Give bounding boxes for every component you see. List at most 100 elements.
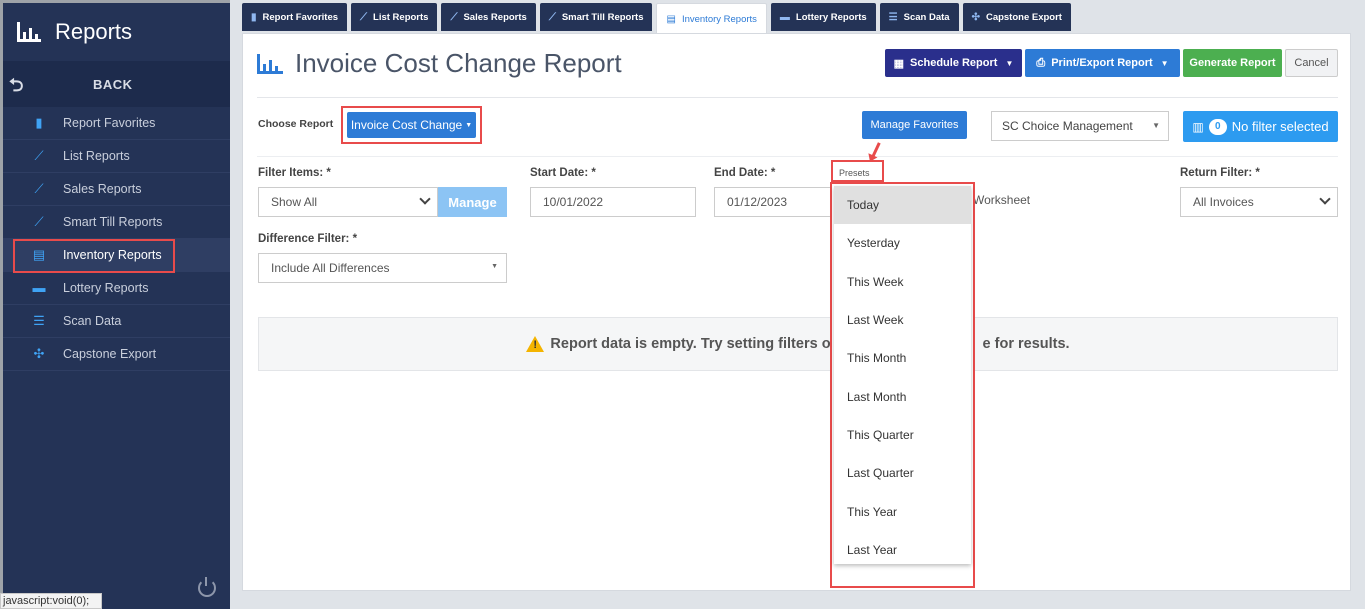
back-button[interactable]: ⮌ BACK — [3, 61, 230, 107]
tab-label: Sales Reports — [463, 11, 527, 23]
preset-item-last-month[interactable]: Last Month — [834, 377, 971, 415]
difference-filter-select[interactable]: Include All Differences ▼ — [258, 253, 507, 283]
preset-item-this-quarter[interactable]: This Quarter — [834, 416, 971, 454]
bookmark-icon: ▮ — [35, 115, 43, 130]
sidebar-item-report-favorites[interactable]: ▮ Report Favorites — [3, 107, 230, 140]
chevron-down-icon — [419, 193, 431, 205]
print-export-button[interactable]: ⎙ Print/Export Report ▼ — [1025, 49, 1180, 77]
tab-scan-data[interactable]: ☰ Scan Data — [879, 3, 959, 31]
list-icon: ☰ — [33, 313, 45, 328]
tab-label: Smart Till Reports — [561, 11, 644, 23]
sidebar-item-label: Capstone Export — [63, 347, 157, 361]
ticket-icon: ▬ — [32, 280, 46, 295]
filter-status-button[interactable]: ▥ 0 No filter selected — [1183, 111, 1338, 142]
sidebar-item-lottery-reports[interactable]: ▬ Lottery Reports — [3, 272, 230, 305]
presets-list: Today Yesterday This Week Last Week This… — [834, 186, 971, 564]
start-date-input[interactable]: 10/01/2022 — [530, 187, 696, 217]
tab-inventory-reports[interactable]: ▤ Inventory Reports — [656, 3, 767, 34]
tab-label: Inventory Reports — [681, 13, 757, 25]
sidebar-item-sales-reports[interactable]: ⟋ Sales Reports — [3, 173, 230, 206]
difference-filter-value: Include All Differences — [271, 261, 390, 275]
sidebar-item-scan-data[interactable]: ☰ Scan Data — [3, 305, 230, 338]
end-date-value: 01/12/2023 — [727, 195, 788, 209]
tab-label: List Reports — [373, 11, 429, 23]
choose-report-value: Invoice Cost Change — [350, 118, 463, 132]
title-row: Invoice Cost Change Report — [257, 48, 622, 79]
empty-message-text: Report data is empty. Try setting filter… — [550, 336, 831, 352]
preset-item-yesterday[interactable]: Yesterday — [834, 224, 971, 262]
preset-item-last-quarter[interactable]: Last Quarter — [834, 454, 971, 492]
filter-status-text: No filter selected — [1231, 119, 1329, 134]
ticket-icon: ▬ — [779, 11, 790, 23]
preset-item-this-week[interactable]: This Week — [834, 263, 971, 301]
tab-label: Capstone Export — [985, 11, 1062, 23]
sidebar-item-capstone-export[interactable]: ✣ Capstone Export — [3, 338, 230, 371]
back-label: BACK — [93, 76, 133, 92]
sidebar-item-inventory-reports[interactable]: ▤ Inventory Reports — [3, 239, 230, 273]
tab-list-reports[interactable]: ⟋ List Reports — [351, 3, 438, 31]
highlight-box — [13, 239, 175, 273]
empty-message-text-tail: e for results. — [982, 336, 1070, 352]
difference-filter-label: Difference Filter: * — [258, 233, 358, 245]
worksheet-label: Worksheet — [973, 193, 1031, 207]
preset-item-last-year[interactable]: Last Year — [834, 531, 971, 569]
power-icon[interactable] — [198, 577, 216, 597]
cancel-button[interactable]: Cancel — [1285, 49, 1338, 77]
sidebar-item-smart-till-reports[interactable]: ⟋ Smart Till Reports — [3, 206, 230, 239]
filter-items-value: Show All — [271, 195, 318, 209]
warehouse-icon: ▤ — [666, 13, 676, 25]
start-date-value: 10/01/2022 — [543, 195, 604, 209]
cubes-icon: ✣ — [971, 11, 980, 23]
bookmark-icon: ▮ — [251, 11, 257, 23]
highlight-box: Invoice Cost Change ▼ — [341, 106, 482, 144]
line-chart-icon: ⟋ — [34, 148, 44, 163]
preset-item-this-month[interactable]: This Month — [834, 339, 971, 377]
sidebar-item-label: Scan Data — [63, 314, 122, 328]
sidebar-item-list-reports[interactable]: ⟋ List Reports — [3, 140, 230, 173]
schedule-report-button[interactable]: ▦ Schedule Report ▼ — [885, 49, 1022, 77]
manage-button[interactable]: Manage — [438, 187, 507, 217]
preset-item-today[interactable]: Today — [834, 186, 971, 225]
tab-smart-till-reports[interactable]: ⟋ Smart Till Reports — [539, 3, 653, 31]
end-date-input[interactable]: 01/12/2023 — [714, 187, 834, 217]
sidebar-item-label: List Reports — [63, 149, 130, 163]
choose-report-dropdown[interactable]: Invoice Cost Change ▼ — [347, 112, 476, 138]
sidebar-title: Reports — [55, 19, 133, 44]
presets-button[interactable]: Presets — [831, 160, 884, 182]
tab-sales-reports[interactable]: ⟋ Sales Reports — [441, 3, 536, 31]
tab-lottery-reports[interactable]: ▬ Lottery Reports — [770, 3, 876, 31]
generate-report-button[interactable]: Generate Report — [1183, 49, 1282, 77]
preset-item-this-year[interactable]: This Year — [834, 492, 971, 530]
presets-menu: Today Yesterday This Week Last Week This… — [830, 182, 975, 588]
line-chart-icon: ⟋ — [34, 214, 44, 229]
caret-down-icon: ▼ — [1152, 121, 1160, 130]
store-select[interactable]: SC Choice Management ▼ — [991, 111, 1169, 141]
tab-capstone-export[interactable]: ✣ Capstone Export — [962, 3, 1071, 31]
tab-label: Scan Data — [903, 11, 950, 23]
sidebar-item-label: Report Favorites — [63, 116, 156, 130]
building-icon: ▥ — [1192, 119, 1204, 134]
filter-items-select[interactable]: Show All — [258, 187, 438, 217]
return-filter-label: Return Filter: * — [1180, 167, 1260, 179]
calendar-icon: ▦ — [893, 57, 905, 70]
print-icon: ⎙ — [1036, 56, 1046, 69]
tab-report-favorites[interactable]: ▮ Report Favorites — [242, 3, 348, 31]
report-panel: Invoice Cost Change Report ▦ Schedule Rep… — [242, 33, 1351, 591]
page-title: Invoice Cost Change Report — [295, 48, 622, 78]
status-bar: javascript:void(0); — [0, 593, 102, 609]
tab-label: Lottery Reports — [795, 11, 867, 23]
line-chart-icon: ⟋ — [34, 181, 44, 196]
print-export-label: Print/Export Report — [1051, 57, 1153, 69]
schedule-label: Schedule Report — [910, 57, 998, 69]
back-arrow-icon: ⮌ — [9, 75, 24, 95]
list-icon: ☰ — [888, 11, 898, 23]
preset-item-last-week[interactable]: Last Week — [834, 301, 971, 339]
chevron-down-icon — [1319, 193, 1331, 205]
bar-chart-icon — [17, 22, 41, 42]
manage-favorites-button[interactable]: Manage Favorites — [862, 111, 967, 139]
return-filter-select[interactable]: All Invoices — [1180, 187, 1338, 217]
filter-items-label: Filter Items: * — [258, 167, 331, 179]
end-date-label: End Date: * — [714, 167, 776, 179]
choose-report-label: Choose Report — [258, 118, 334, 130]
caret-down-icon: ▼ — [491, 263, 498, 270]
